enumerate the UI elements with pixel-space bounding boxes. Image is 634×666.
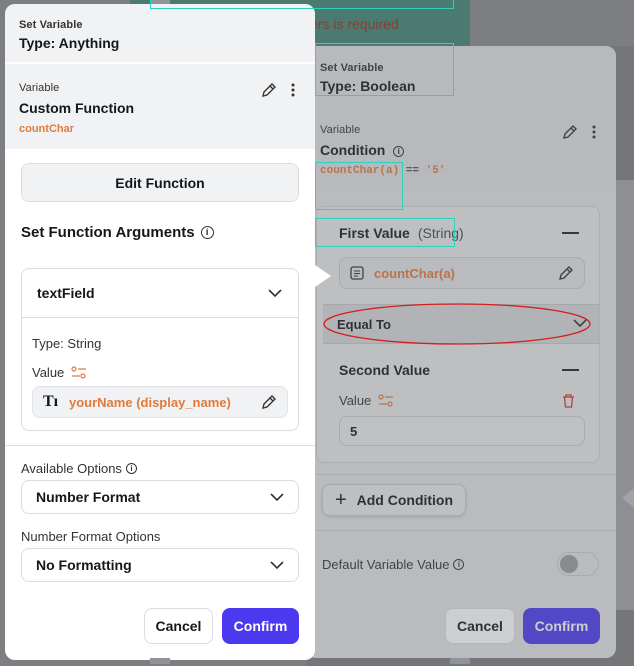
edit-function-button[interactable]: Edit Function (21, 163, 299, 202)
variable-name: Condition i (320, 142, 602, 158)
variable-toggle-icon[interactable] (378, 393, 394, 408)
argument-value-text: yourName (display_name) (69, 394, 231, 410)
collapse-minus-icon[interactable] (562, 369, 579, 371)
connector-arrow (315, 265, 331, 287)
available-options-value: Number Format (36, 489, 141, 505)
plus-icon: + (334, 488, 347, 511)
expression-value: '5' (425, 165, 446, 177)
argument-card: textField Type: String Value Tı yourName… (21, 268, 299, 431)
second-value-input[interactable]: 5 (339, 416, 585, 446)
edit-pencil-icon[interactable] (261, 82, 277, 98)
default-value-row: Default Variable Value i (322, 557, 465, 572)
collapse-minus-icon[interactable] (562, 232, 579, 234)
section-title: Set Function Arguments i (21, 224, 214, 241)
available-options-label-row: Available Options i (21, 461, 137, 476)
header-type: Type: Anything (19, 35, 120, 51)
connector-arrow (622, 488, 634, 508)
more-vertical-icon[interactable] (592, 125, 596, 139)
set-variable-panel-boolean: Set Variable Type: Boolean Variable Cond… (306, 46, 616, 658)
header-kind: Set Variable (320, 62, 384, 74)
header-kind: Set Variable (19, 19, 83, 31)
confirm-button[interactable]: Confirm (222, 608, 299, 644)
divider (306, 474, 616, 475)
info-icon[interactable]: i (453, 559, 465, 570)
function-name: countChar (19, 123, 74, 135)
section-title-text: Set Function Arguments (21, 224, 195, 241)
variable-toggle-icon[interactable] (71, 365, 87, 380)
background-handle (150, 658, 170, 664)
value-label: Value (339, 393, 372, 408)
set-variable-panel-anything: Set Variable Type: Anything Variable Cus… (5, 4, 315, 660)
cancel-button[interactable]: Cancel (144, 608, 213, 644)
info-icon[interactable]: i (125, 463, 137, 474)
text-type-icon: Tı (43, 393, 59, 410)
field-list-icon (350, 266, 364, 280)
value-row: Value (339, 393, 394, 408)
annotation-ellipse (323, 303, 591, 345)
second-value-label: Second Value (339, 362, 431, 378)
chevron-down-icon (270, 561, 284, 570)
add-condition-label: Add Condition (356, 492, 454, 508)
variable-kind: Variable (320, 124, 361, 136)
number-format-dropdown[interactable]: No Formatting (21, 548, 299, 582)
chevron-down-icon (268, 289, 282, 298)
argument-type: Type: String (32, 336, 102, 351)
header-type: Type: Boolean (320, 78, 416, 94)
divider (306, 530, 616, 531)
delete-trash-icon[interactable] (562, 394, 575, 408)
argument-name: textField (37, 285, 95, 301)
confirm-button[interactable]: Confirm (523, 608, 600, 644)
edit-pencil-icon[interactable] (558, 265, 574, 281)
edit-pencil-icon[interactable] (562, 124, 578, 140)
number-format-value: No Formatting (36, 557, 132, 573)
variable-name-text: Condition (320, 142, 386, 158)
toggle-knob (560, 555, 578, 573)
available-options-dropdown[interactable]: Number Format (21, 480, 299, 514)
info-icon[interactable]: i (393, 145, 405, 157)
background-edge (616, 180, 634, 610)
add-condition-button[interactable]: + Add Condition (322, 484, 466, 516)
available-options-label: Available Options (21, 461, 122, 476)
cancel-button[interactable]: Cancel (445, 608, 515, 644)
variable-section: Variable Condition i countChar(a) == '5' (306, 110, 616, 192)
first-value-field[interactable]: countChar(a) (339, 257, 585, 289)
chevron-down-icon (270, 493, 284, 502)
value-label: Value (32, 365, 65, 380)
expression-operator: == (405, 165, 420, 177)
first-value-label: First Value (339, 225, 410, 241)
value-row: Value (32, 365, 87, 380)
variable-name: Custom Function (19, 100, 135, 116)
default-value-toggle[interactable] (557, 552, 599, 576)
background-handle (450, 658, 470, 664)
info-icon[interactable]: i (200, 226, 214, 239)
number-format-label: Number Format Options (21, 529, 161, 544)
divider (5, 445, 315, 446)
condition-expression: countChar(a) == '5' (320, 165, 602, 177)
argument-header[interactable]: textField (22, 269, 298, 318)
panel-header: Set Variable Type: Anything (5, 4, 315, 62)
argument-value-field[interactable]: Tı yourName (display_name) (32, 386, 288, 418)
first-value-type: (String) (417, 225, 464, 241)
default-value-label: Default Variable Value (322, 557, 450, 572)
edit-pencil-icon[interactable] (261, 394, 277, 410)
expression-function: countChar(a) (320, 165, 400, 177)
variable-actions (261, 82, 295, 98)
background-error-text: ers is required (310, 16, 399, 32)
first-value-text: countChar(a) (374, 265, 455, 281)
variable-section: Variable Custom Function countChar (5, 64, 315, 149)
variable-actions (562, 124, 596, 140)
panel-header: Set Variable Type: Boolean (306, 46, 616, 108)
more-vertical-icon[interactable] (291, 83, 295, 97)
variable-kind: Variable (19, 82, 60, 94)
